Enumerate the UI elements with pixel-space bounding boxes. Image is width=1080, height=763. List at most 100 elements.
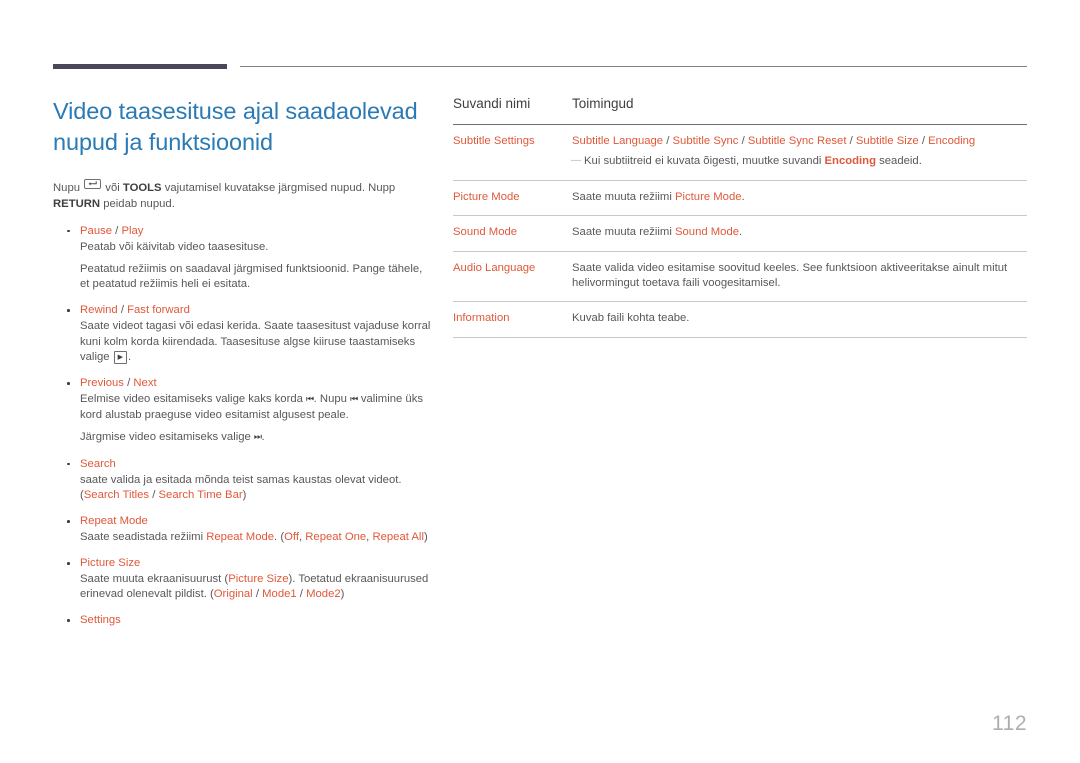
feature-body-run-0: Saate muuta ekraanisuurust ( xyxy=(80,572,229,585)
feature-body-run-8: ) xyxy=(340,588,345,601)
feature-body-run-5: Repeat One xyxy=(305,531,367,544)
feature-title-run-0: Previous xyxy=(80,377,124,390)
play-key-icon: ▶ xyxy=(113,351,128,365)
page-number: 112 xyxy=(992,712,1027,735)
feature-title-run-0: Rewind xyxy=(80,304,118,317)
table-row: Picture Mode Saate muuta režiimi Picture … xyxy=(453,180,1027,216)
feature-bullet-text: Saate videot tagasi või edasi kerida. Sa… xyxy=(80,319,431,365)
option-action-cell: Subtitle Language / Subtitle Sync / Subt… xyxy=(571,125,1027,181)
intro-paragraph: Nupu või TOOLS vajutamisel kuvatakse jär… xyxy=(53,179,431,213)
feature-bullet-title: Settings xyxy=(80,612,431,628)
feature-title-run-2: Fast forward xyxy=(127,304,190,317)
option-action-text: Subtitle Language / Subtitle Sync / Subt… xyxy=(572,134,1027,149)
action-run-0: Saate muuta režiimi xyxy=(572,226,675,239)
option-name-cell: Information xyxy=(453,312,510,325)
option-note: Kui subtiitreid ei kuvata õigesti, muutk… xyxy=(571,153,1027,169)
column-header-actions: Toimingud xyxy=(572,96,634,111)
feature-body-run-5: Mode1 xyxy=(262,588,297,601)
skip-next-icon: ⏭ xyxy=(253,432,262,443)
feature-bullet-item: Settings xyxy=(53,612,431,628)
right-column: Suvandi nimi Toimingud Subtitle Settings… xyxy=(453,96,1027,338)
option-name-cell: Picture Mode xyxy=(453,190,520,203)
feature-bullet-text: Peatatud režiimis on saadaval järgmised … xyxy=(80,262,431,293)
enter-return-key-icon xyxy=(84,179,102,189)
feature-bullet-text: Järgmise video esitamiseks valige ⏭. xyxy=(80,430,431,446)
feature-bullet-title: Repeat Mode xyxy=(80,513,431,529)
feature-body-run-0: Peatatud režiimis on saadaval järgmised … xyxy=(80,263,423,291)
feature-body-run-7: Repeat All xyxy=(372,531,424,544)
action-run-4: Subtitle Sync Reset xyxy=(747,135,847,147)
option-action-cell: Saate valida video esitamise soovitud ke… xyxy=(572,251,1027,302)
feature-bullet-text: Saate seadistada režiimi Repeat Mode. (O… xyxy=(80,530,431,545)
feature-bullet-list: Pause / Play Peatab või käivitab video ta… xyxy=(53,223,431,629)
feature-body-run-1: Picture Size xyxy=(228,572,289,585)
action-run-1: Picture Mode xyxy=(674,190,742,203)
action-run-2: Subtitle Sync xyxy=(672,135,739,147)
action-run-3: / xyxy=(738,135,748,147)
intro-text-end: peidab nupud. xyxy=(100,197,175,210)
feature-body-run-0: Järgmise video esitamiseks valige xyxy=(80,431,254,444)
note-run-1: Encoding xyxy=(824,155,876,168)
feature-body-run-0: Saate seadistada režiimi xyxy=(80,531,207,544)
option-name-cell: Subtitle Settings xyxy=(453,135,535,147)
feature-title-run-2: Next xyxy=(133,377,157,390)
option-action-text: Kuvab faili kohta teabe. xyxy=(572,311,1027,326)
feature-bullet-title: Rewind / Fast forward xyxy=(80,302,431,318)
page-title: Video taasesituse ajal saadaolevad nupud… xyxy=(53,98,418,155)
feature-title-run-0: Settings xyxy=(80,614,121,627)
feature-bullet-item: Previous / Next Eelmise video esitamiseks… xyxy=(53,375,431,446)
action-run-0: Saate valida video esitamise soovitud ke… xyxy=(572,261,1008,290)
feature-bullet-item: Repeat Mode Saate seadistada režiimi Repe… xyxy=(53,513,431,545)
intro-text-middle: vajutamisel kuvatakse järgmised nupud. N… xyxy=(161,182,396,194)
feature-bullet-text: Peatab või käivitab video taasesituse. xyxy=(80,240,431,255)
note-run-2: seadeid. xyxy=(875,155,922,168)
feature-bullet-text: Saate muuta ekraanisuurust (Picture Size… xyxy=(80,572,431,603)
option-action-cell: Saate muuta režiimi Picture Mode. xyxy=(572,180,1027,215)
feature-body-run-0: Saate videot tagasi või edasi kerida. Sa… xyxy=(80,320,431,364)
feature-body-run-4: / xyxy=(252,588,263,601)
action-run-0: Subtitle Language xyxy=(572,135,664,147)
skip-previous-icon: ⏮ xyxy=(350,394,358,405)
option-action-cell: Saate muuta režiimi Sound Mode. xyxy=(572,216,1027,251)
feature-body-run-0: Peatab või käivitab video taasesituse. xyxy=(80,240,269,253)
feature-bullet-text: Eelmise video esitamiseks valige kaks ko… xyxy=(80,392,431,423)
feature-title-run-2: Play xyxy=(121,224,144,237)
feature-bullet-item: Rewind / Fast forward Saate videot tagasi… xyxy=(53,302,431,365)
feature-body-run-4: ) xyxy=(242,489,247,502)
action-run-5: / xyxy=(846,135,856,147)
feature-bullet-text: saate valida ja esitada mõnda teist sama… xyxy=(80,473,431,504)
table-header-row: Suvandi nimi Toimingud xyxy=(453,96,1027,125)
column-header-option-name: Suvandi nimi xyxy=(453,96,531,111)
feature-bullet-item: Search saate valida ja esitada mõnda teis… xyxy=(53,456,431,504)
tools-button-label: TOOLS xyxy=(122,182,162,194)
note-run-0: Kui subtiitreid ei kuvata õigesti, muutk… xyxy=(584,155,825,168)
feature-bullet-title: Search xyxy=(80,456,431,472)
feature-body-run-1: Search Titles xyxy=(83,489,150,502)
options-table-body: Subtitle Settings Subtitle Language / Sub… xyxy=(453,125,1027,338)
feature-body-run-1: Repeat Mode xyxy=(206,531,275,544)
table-row: Subtitle Settings Subtitle Language / Sub… xyxy=(453,125,1027,181)
skip-previous-icon: ⏮ xyxy=(306,394,314,405)
action-run-2: . xyxy=(741,190,745,203)
return-button-label: RETURN xyxy=(53,197,101,210)
feature-body-run-2: . xyxy=(128,351,132,364)
feature-bullet-title: Pause / Play xyxy=(80,223,431,239)
left-column: Video taasesituse ajal saadaolevad nupud… xyxy=(53,96,431,638)
feature-body-run-3: Original xyxy=(213,588,253,601)
feature-bullet-title: Picture Size xyxy=(80,555,431,571)
table-row: Sound Mode Saate muuta režiimi Sound Mode… xyxy=(453,216,1027,252)
option-action-text: Saate valida video esitamise soovitud ke… xyxy=(572,261,1027,292)
option-name-cell: Audio Language xyxy=(453,261,536,274)
feature-title-run-1: / xyxy=(123,377,134,390)
feature-title-run-0: Search xyxy=(80,457,116,470)
feature-bullet-item: Picture Size Saate muuta ekraanisuurust (… xyxy=(53,555,431,603)
option-action-text: Saate muuta režiimi Picture Mode. xyxy=(572,190,1027,205)
feature-body-run-0: Eelmise video esitamiseks valige kaks ko… xyxy=(80,393,307,406)
action-run-1: Sound Mode xyxy=(674,226,740,239)
page-body: Video taasesituse ajal saadaolevad nupud… xyxy=(0,0,1080,763)
action-run-8: Encoding xyxy=(928,135,976,147)
feature-body-run-2: . ( xyxy=(274,531,285,544)
feature-body-run-8: ) xyxy=(423,531,428,544)
feature-body-run-2: / xyxy=(149,489,159,502)
intro-text-before: Nupu xyxy=(53,182,84,194)
